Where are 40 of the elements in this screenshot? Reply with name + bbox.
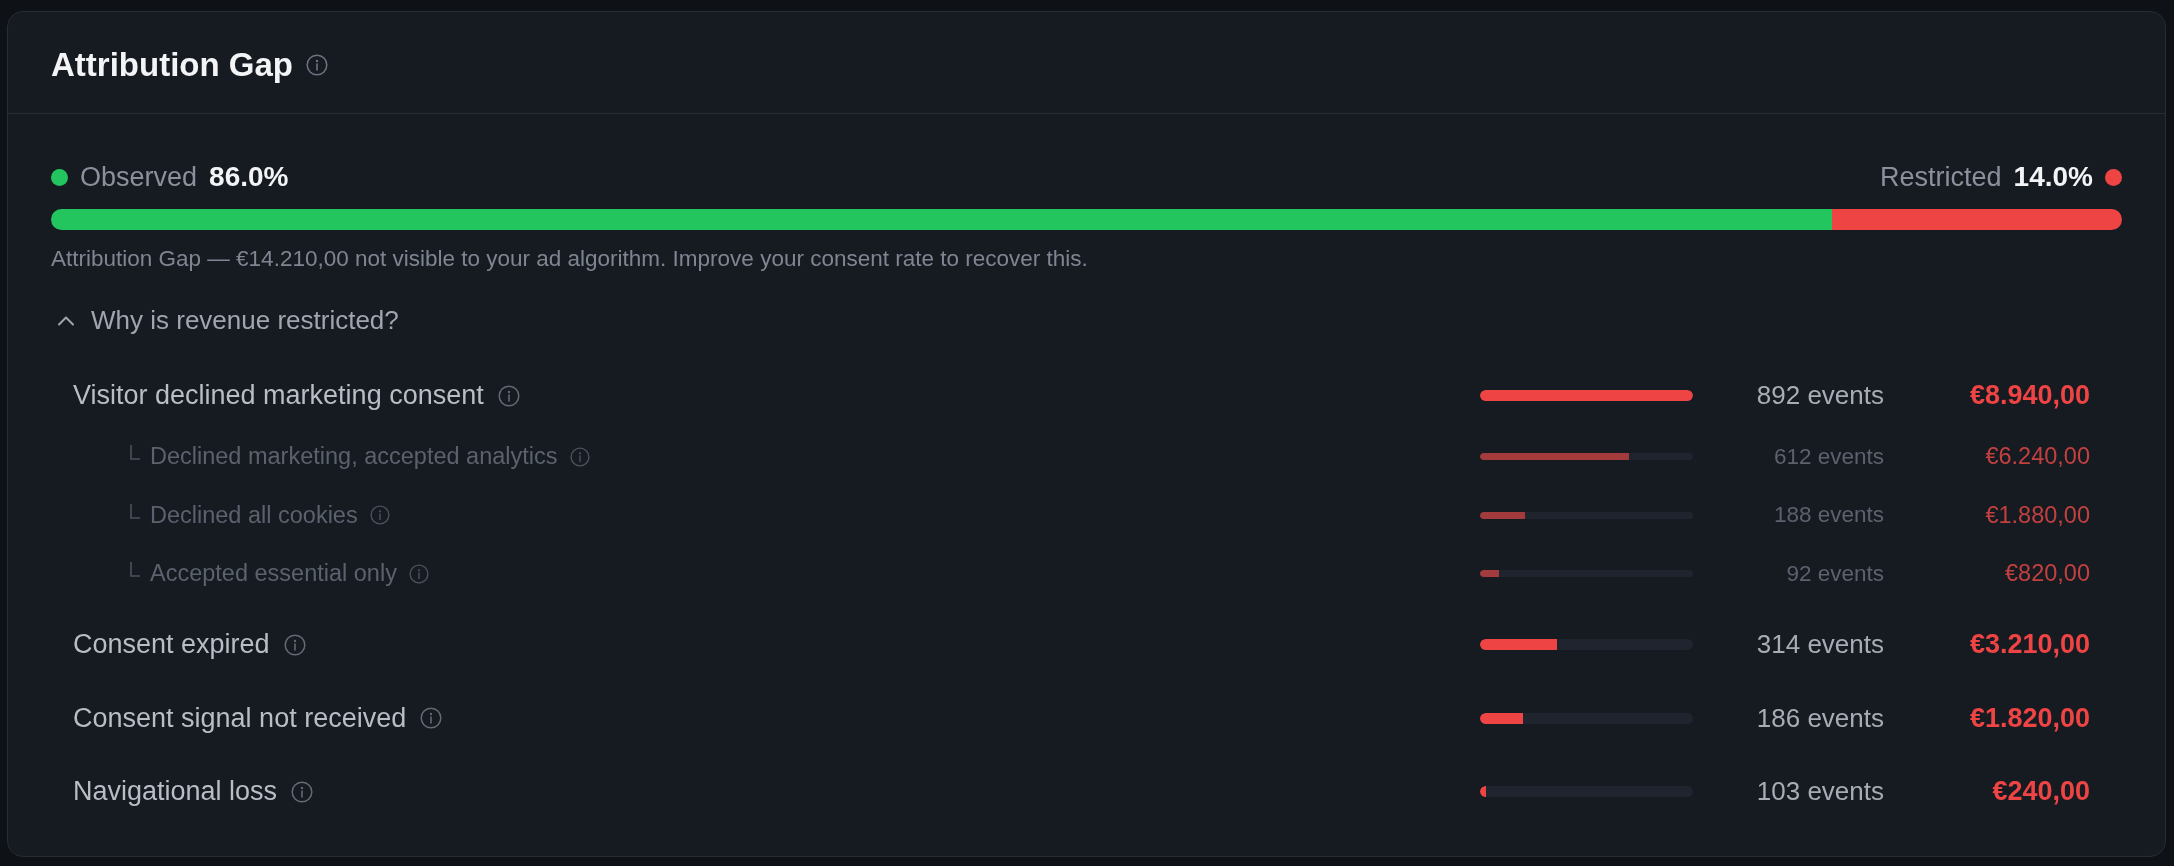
lost-revenue-amount: €3.210,00 — [1969, 629, 2090, 661]
event-count: 892 events — [1756, 380, 1884, 412]
sub-reason-label: Accepted essential only — [150, 560, 397, 588]
info-icon[interactable] — [369, 505, 390, 526]
lost-revenue-amount: €8.940,00 — [1969, 380, 2090, 412]
chevron-up-icon — [57, 314, 75, 326]
reason-label: Visitor declined marketing consent — [73, 380, 484, 412]
legend-value: 14.0% — [2013, 161, 2093, 193]
sub-reason-label: Declined marketing, accepted analytics — [150, 443, 558, 471]
info-icon[interactable] — [408, 563, 429, 584]
event-count: 92 events — [1786, 560, 1884, 587]
info-icon[interactable] — [569, 446, 590, 467]
lost-revenue-amount: €820,00 — [2005, 560, 2090, 588]
branch-connector-icon — [130, 562, 140, 578]
reason-label: Consent signal not received — [73, 702, 407, 734]
reason-label: Consent expired — [73, 629, 270, 661]
sub-reason-label: Declined all cookies — [150, 501, 358, 529]
lost-revenue-amount: €240,00 — [1992, 776, 2090, 808]
event-count: 612 events — [1773, 443, 1884, 470]
gap-note: Attribution Gap — €14.210,00 not visible to your ad algorithm. Improve your consent rate to recover this. — [51, 245, 1089, 273]
info-icon[interactable] — [283, 633, 306, 656]
branch-connector-icon — [130, 503, 140, 519]
info-icon[interactable] — [420, 707, 443, 730]
lost-revenue-amount: €1.880,00 — [1985, 501, 2090, 529]
lost-revenue-amount: €6.240,00 — [1985, 443, 2090, 471]
info-icon[interactable] — [497, 384, 520, 407]
event-count: 103 events — [1756, 776, 1884, 808]
reason-label: Navigational loss — [73, 776, 278, 808]
event-count: 186 events — [1756, 702, 1884, 734]
why-restricted-toggle[interactable]: Why is revenue restricted? — [51, 304, 399, 336]
card-title: Attribution Gap — [51, 45, 293, 84]
info-icon[interactable] — [305, 53, 328, 76]
info-icon[interactable] — [291, 780, 314, 803]
event-count: 188 events — [1773, 502, 1884, 529]
legend-label: Restricted — [1880, 161, 2002, 193]
legend-label: Observed — [80, 161, 198, 193]
event-count: 314 events — [1756, 629, 1884, 661]
legend-value: 86.0% — [209, 161, 289, 193]
branch-connector-icon — [130, 445, 140, 461]
lost-revenue-amount: €1.820,00 — [1969, 702, 2090, 734]
